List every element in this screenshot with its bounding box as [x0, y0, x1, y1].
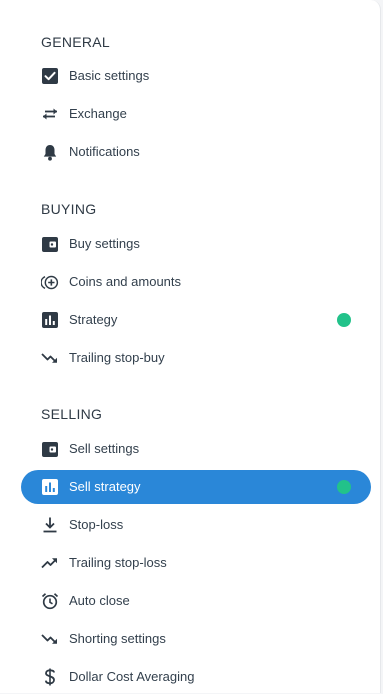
- sidebar-item-auto-close[interactable]: Auto close: [21, 584, 371, 618]
- sidebar-item-strategy[interactable]: Strategy: [21, 303, 371, 337]
- dollar-icon: [41, 668, 59, 686]
- sidebar-item-label: Sell strategy: [69, 479, 141, 494]
- sidebar-item-dollar-cost-averaging[interactable]: Dollar Cost Averaging: [21, 660, 371, 694]
- sidebar-item-coins-and-amounts[interactable]: Coins and amounts: [21, 265, 371, 299]
- sidebar-item-shorting-settings[interactable]: Shorting settings: [21, 622, 371, 656]
- settings-sidebar: GENERAL Basic settings Exchange Notifica…: [0, 0, 381, 693]
- wallet-icon: [41, 236, 59, 252]
- checkbox-icon: [41, 68, 59, 84]
- section-title-general: GENERAL: [41, 34, 111, 50]
- status-dot: [337, 313, 351, 327]
- sidebar-item-label: Auto close: [69, 593, 130, 608]
- sidebar-item-label: Buy settings: [69, 236, 140, 251]
- sidebar-item-label: Notifications: [69, 144, 140, 159]
- sidebar-item-trailing-stop-buy[interactable]: Trailing stop-buy: [21, 341, 371, 375]
- section-title-selling: SELLING: [41, 406, 103, 422]
- sidebar-item-label: Shorting settings: [69, 631, 166, 646]
- sidebar-item-sell-strategy[interactable]: Sell strategy: [21, 470, 371, 504]
- section-title-buying: BUYING: [41, 201, 97, 217]
- alarm-clock-icon: [41, 593, 59, 610]
- trending-down-icon: [41, 631, 59, 647]
- sidebar-item-label: Coins and amounts: [69, 274, 182, 289]
- bell-icon: [41, 144, 59, 161]
- sidebar-item-label: Sell settings: [69, 441, 140, 456]
- sidebar-item-trailing-stop-loss[interactable]: Trailing stop-loss: [21, 546, 371, 580]
- sidebar-item-label: Trailing stop-buy: [69, 350, 165, 365]
- trending-down-icon: [41, 350, 59, 366]
- sidebar-item-label: Stop-loss: [69, 517, 124, 532]
- sidebar-item-notifications[interactable]: Notifications: [21, 135, 371, 169]
- sidebar-item-label: Exchange: [69, 106, 127, 121]
- sidebar-item-label: Strategy: [69, 312, 118, 327]
- bar-chart-icon: [41, 312, 59, 328]
- sidebar-item-label: Dollar Cost Averaging: [69, 669, 195, 684]
- sidebar-item-sell-settings[interactable]: Sell settings: [21, 432, 371, 466]
- wallet-icon: [41, 441, 59, 457]
- sidebar-item-label: Basic settings: [69, 68, 150, 83]
- swap-arrows-icon: [41, 106, 59, 122]
- status-dot: [337, 480, 351, 494]
- sidebar-item-exchange[interactable]: Exchange: [21, 97, 371, 131]
- sidebar-item-basic-settings[interactable]: Basic settings: [21, 59, 371, 93]
- download-icon: [41, 517, 59, 533]
- sidebar-item-label: Trailing stop-loss: [69, 555, 167, 570]
- add-circle-icon: [41, 274, 59, 290]
- trending-up-icon: [41, 555, 59, 571]
- sidebar-item-stop-loss[interactable]: Stop-loss: [21, 508, 371, 542]
- sidebar-item-buy-settings[interactable]: Buy settings: [21, 227, 371, 261]
- bar-chart-icon: [41, 479, 59, 495]
